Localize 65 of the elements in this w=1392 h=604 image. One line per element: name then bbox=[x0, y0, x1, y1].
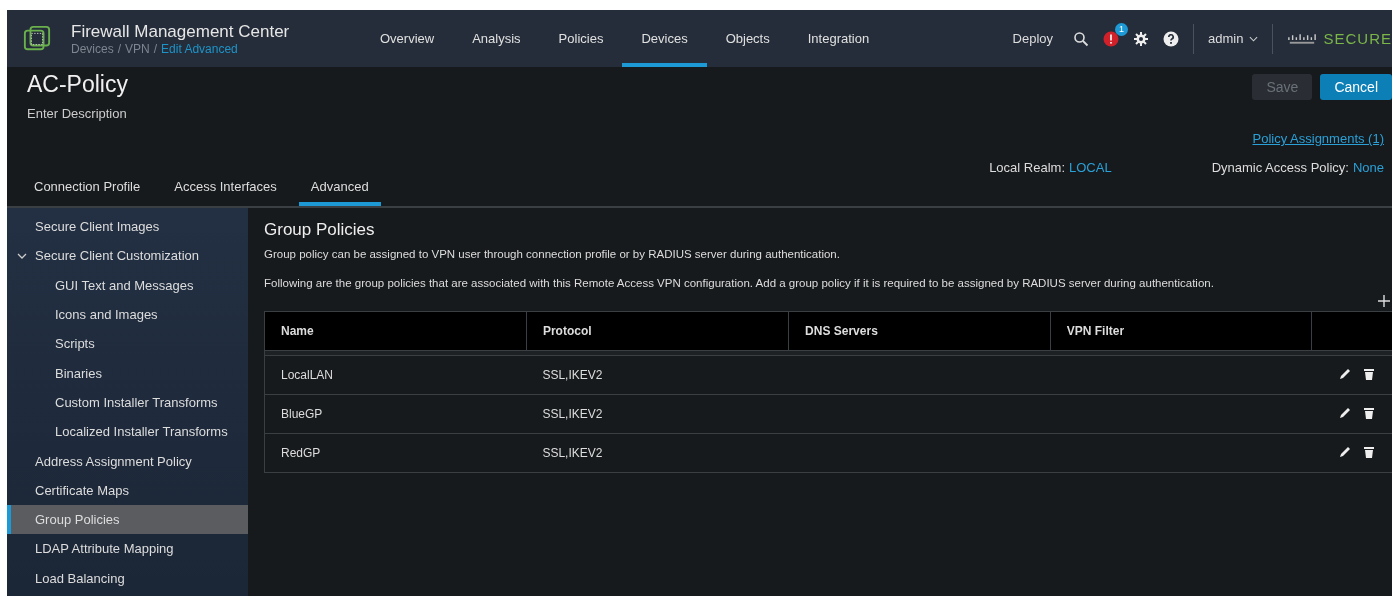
breadcrumb-link[interactable]: VPN bbox=[125, 41, 150, 56]
table-cell: BlueGP bbox=[264, 394, 527, 434]
nav-tab[interactable]: Integration bbox=[788, 10, 889, 67]
detail-text: Following are the group policies that are associated with this Remote Access VPN configuration. Add a group policy if it is required to be assigned by RADIUS server during authentication. bbox=[264, 277, 1215, 289]
column-header: Protocol bbox=[526, 311, 789, 351]
column-header: VPN Filter bbox=[1050, 311, 1312, 351]
local-realm-link[interactable]: LOCAL bbox=[1069, 160, 1112, 175]
search-icon[interactable] bbox=[1073, 30, 1090, 47]
app-title: Firewall Management Center bbox=[71, 21, 291, 42]
user-menu[interactable]: admin bbox=[1208, 31, 1259, 46]
sidebar-item[interactable]: GUI Text and Messages bbox=[7, 270, 248, 300]
table-cell: SSL,IKEV2 bbox=[526, 394, 789, 434]
section-title: Group Policies bbox=[264, 220, 376, 240]
intro-text: Group policy can be assigned to VPN user through connection profile or by RADIUS server during authentication. bbox=[264, 248, 841, 260]
settings-icon[interactable] bbox=[1133, 30, 1150, 47]
breadcrumb-current[interactable]: Edit Advanced bbox=[161, 41, 238, 56]
sidebar-item[interactable]: Icons and Images bbox=[7, 299, 248, 330]
breadcrumb-separator: / bbox=[117, 41, 122, 56]
sidebar-item[interactable]: Secure Client Customization bbox=[7, 241, 248, 271]
table-cell: LocalLAN bbox=[264, 355, 527, 395]
policy-description[interactable]: Enter Description bbox=[27, 106, 128, 121]
sidebar-item[interactable]: Group Policies bbox=[7, 504, 248, 535]
table-cell: SSL,IKEV2 bbox=[526, 433, 789, 473]
nav-tab[interactable]: Objects bbox=[706, 10, 789, 67]
breadcrumb-link[interactable]: Devices bbox=[71, 41, 114, 56]
sidebar-item[interactable]: Certificate Maps bbox=[7, 475, 248, 505]
trash-icon[interactable] bbox=[1361, 366, 1376, 381]
tab[interactable]: Access Interfaces bbox=[162, 179, 289, 206]
sidebar-item[interactable]: Secure Client Images bbox=[7, 212, 248, 242]
breadcrumb-separator: / bbox=[153, 41, 158, 56]
tab[interactable]: Connection Profile bbox=[22, 179, 153, 206]
sidebar-item[interactable]: Load Balancing bbox=[7, 563, 248, 593]
nav-tab[interactable]: Analysis bbox=[453, 10, 540, 67]
policy-assignments-link[interactable]: Policy Assignments (1) bbox=[1252, 131, 1384, 146]
sidebar-item[interactable]: Scripts bbox=[7, 329, 248, 359]
sidebar-item[interactable]: Localized Installer Transforms bbox=[7, 417, 248, 447]
logo-icon bbox=[23, 24, 51, 53]
dynamic-access-policy-link[interactable]: None bbox=[1352, 160, 1384, 175]
bridge-logo-icon bbox=[1287, 31, 1318, 46]
trash-icon[interactable] bbox=[1361, 405, 1376, 420]
pencil-icon[interactable] bbox=[1337, 405, 1352, 420]
nav-tab[interactable]: Overview bbox=[361, 10, 454, 67]
alert-icon[interactable] bbox=[1103, 30, 1120, 47]
cancel-button[interactable]: Cancel bbox=[1320, 74, 1392, 100]
dynamic-access-policy-label: Dynamic Access Policy: bbox=[1211, 160, 1349, 175]
add-icon[interactable] bbox=[1378, 295, 1390, 307]
sidebar-item[interactable]: Address Assignment Policy bbox=[7, 446, 248, 476]
column-header: Name bbox=[264, 311, 527, 351]
sidebar-item[interactable]: Binaries bbox=[7, 358, 248, 388]
trash-icon[interactable] bbox=[1361, 444, 1376, 459]
column-header: DNS Servers bbox=[788, 311, 1051, 351]
table-cell: RedGP bbox=[264, 433, 527, 473]
help-icon[interactable] bbox=[1163, 30, 1180, 47]
nav-tab[interactable]: Policies bbox=[539, 10, 623, 67]
policy-title: AC-Policy bbox=[27, 71, 128, 98]
notification-badge: 1 bbox=[1115, 22, 1129, 36]
pencil-icon[interactable] bbox=[1337, 366, 1352, 381]
sidebar-item[interactable]: LDAP Attribute Mapping bbox=[7, 534, 248, 564]
brand-name: SECURE bbox=[1323, 30, 1392, 47]
sidebar-item[interactable]: Custom Installer Transforms bbox=[7, 387, 248, 418]
chevron-down-icon bbox=[1249, 35, 1259, 42]
deploy-button[interactable]: Deploy bbox=[1012, 31, 1054, 46]
local-realm-label: Local Realm: bbox=[989, 160, 1065, 175]
table-cell: SSL,IKEV2 bbox=[526, 355, 789, 395]
pencil-icon[interactable] bbox=[1337, 444, 1352, 459]
